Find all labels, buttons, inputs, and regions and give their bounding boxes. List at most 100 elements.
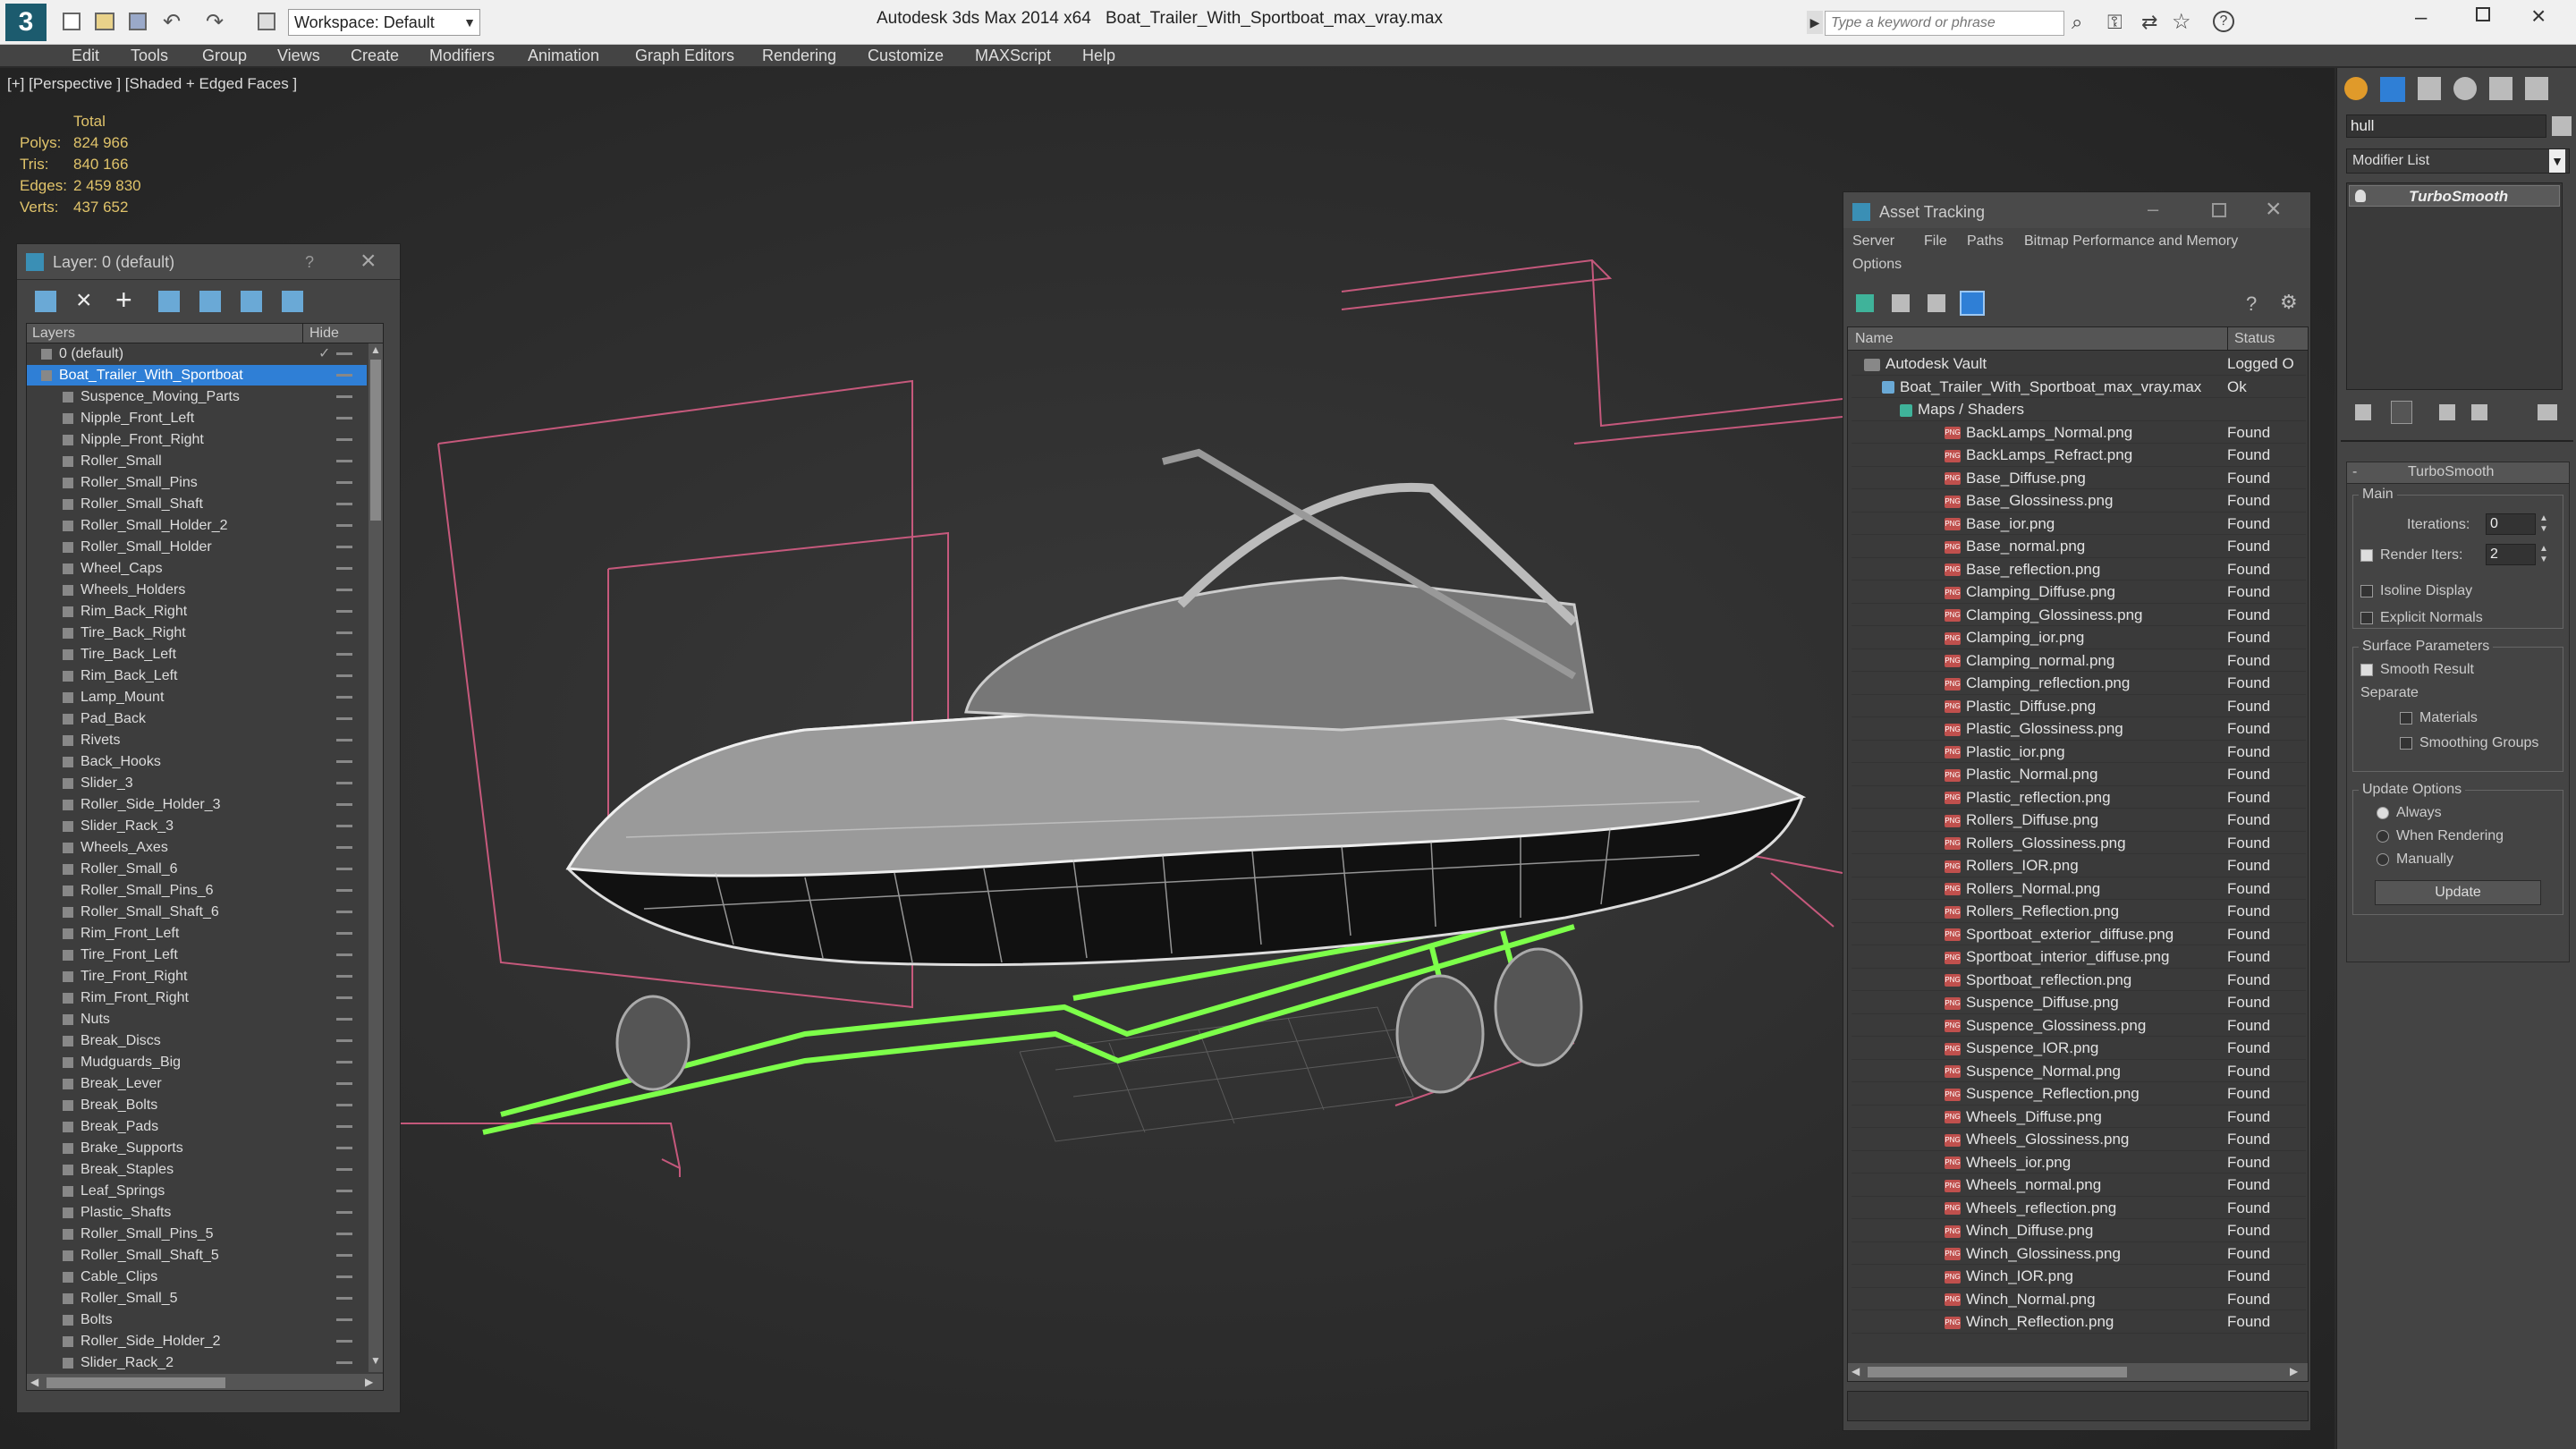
hide-dots-icon[interactable]	[336, 1039, 352, 1042]
hide-dots-icon[interactable]	[336, 932, 352, 935]
layer-row[interactable]: Rim_Back_Left	[27, 665, 367, 686]
configure-sets-icon[interactable]	[2538, 404, 2557, 420]
asset-row[interactable]: PNG Sportboat_reflection.png Found	[1852, 969, 2306, 991]
layer-row[interactable]: Roller_Small_Holder	[27, 537, 367, 557]
layer-row[interactable]: Rivets	[27, 730, 367, 750]
hide-dots-icon[interactable]	[336, 503, 352, 505]
layer-row[interactable]: Back_Hooks	[27, 751, 367, 772]
layer-row[interactable]: Lamp_Mount	[27, 687, 367, 708]
refresh-icon[interactable]	[1856, 294, 1874, 312]
layer-row[interactable]: Roller_Small_Shaft	[27, 494, 367, 514]
rollout-header[interactable]: - TurboSmooth	[2347, 462, 2569, 484]
minimize-icon[interactable]: –	[2148, 198, 2158, 221]
layer-row[interactable]: Pad_Back	[27, 708, 367, 729]
asset-row[interactable]: PNG Clamping_Glossiness.png Found	[1852, 604, 2306, 626]
star-icon[interactable]: ☆	[2172, 9, 2191, 35]
asset-row[interactable]: PNG Plastic_ior.png Found	[1852, 741, 2306, 763]
viewport-label[interactable]: [+] [Perspective ] [Shaded + Edged Faces…	[7, 75, 297, 93]
layer-list[interactable]: Layers Hide 0 (default) ✓ Boat_Trailer_Wit…	[26, 323, 384, 1391]
asset-row[interactable]: PNG Wheels_ior.png Found	[1852, 1151, 2306, 1174]
when-rendering-radio[interactable]: When Rendering	[2377, 828, 2504, 844]
asset-row[interactable]: PNG Winch_Normal.png Found	[1852, 1288, 2306, 1310]
smoothing-groups-check[interactable]: Smoothing Groups	[2400, 735, 2538, 751]
layer-row[interactable]: Break_Discs	[27, 1030, 367, 1051]
hide-dots-icon[interactable]	[336, 975, 352, 978]
hierarchy-tab-icon[interactable]	[2418, 77, 2441, 100]
stack-item-turbosmooth[interactable]: TurboSmooth	[2349, 185, 2560, 207]
asset-row[interactable]: PNG Base_normal.png Found	[1852, 535, 2306, 558]
asset-row[interactable]: PNG BackLamps_Refract.png Found	[1852, 444, 2306, 467]
save-file-icon[interactable]	[129, 13, 147, 30]
layer-row-selected[interactable]: Boat_Trailer_With_Sportboat	[27, 365, 367, 386]
hide-dots-icon[interactable]	[336, 1061, 352, 1063]
hide-dots-icon[interactable]	[336, 1254, 352, 1257]
active-check-icon[interactable]: ✓	[318, 343, 330, 364]
asset-row[interactable]: PNG Suspence_Glossiness.png Found	[1852, 1014, 2306, 1037]
col-status[interactable]: Status	[2234, 331, 2275, 347]
hide-dots-icon[interactable]	[336, 460, 352, 462]
hide-dots-icon[interactable]	[336, 953, 352, 956]
search-input[interactable]	[1825, 11, 2064, 36]
make-unique-icon[interactable]	[2439, 404, 2455, 420]
hide-dots-icon[interactable]	[336, 1018, 352, 1021]
asset-row[interactable]: PNG Plastic_Diffuse.png Found	[1852, 695, 2306, 717]
hide-dots-icon[interactable]	[336, 352, 352, 355]
key-icon[interactable]: ⚿	[2107, 11, 2123, 34]
modifier-list-dropdown[interactable]: Modifier List ▼	[2346, 148, 2570, 174]
asset-row[interactable]: PNG Winch_Diffuse.png Found	[1852, 1219, 2306, 1242]
hscroll-thumb[interactable]	[1868, 1367, 2127, 1377]
iterations-spinner[interactable]	[2486, 513, 2536, 535]
hide-dots-icon[interactable]	[336, 1318, 352, 1321]
hide-dots-icon[interactable]	[336, 374, 352, 377]
asset-row[interactable]: PNG BackLamps_Normal.png Found	[1852, 421, 2306, 444]
layer-row[interactable]: Wheel_Caps	[27, 558, 367, 579]
layer-row[interactable]: Break_Bolts	[27, 1095, 367, 1115]
asset-row[interactable]: PNG Clamping_normal.png Found	[1852, 649, 2306, 672]
pin-stack-icon[interactable]	[2355, 404, 2371, 420]
modify-tab-icon[interactable]	[2380, 77, 2405, 102]
object-color-swatch[interactable]	[2552, 116, 2572, 136]
scroll-right-icon[interactable]: ▶	[365, 1376, 373, 1388]
layer-row[interactable]: Wheels_Holders	[27, 580, 367, 600]
layer-row[interactable]: Nuts	[27, 1009, 367, 1030]
scroll-right-icon[interactable]: ▶	[2290, 1365, 2298, 1377]
hide-dots-icon[interactable]	[336, 674, 352, 677]
layer-row[interactable]: Rim_Front_Right	[27, 987, 367, 1008]
show-end-result-icon[interactable]	[2391, 401, 2412, 424]
create-tab-icon[interactable]	[2344, 77, 2368, 100]
hide-dots-icon[interactable]	[336, 717, 352, 720]
select-objects-icon[interactable]	[158, 291, 180, 312]
manually-radio[interactable]: Manually	[2377, 852, 2453, 868]
delete-layer-icon[interactable]: ×	[76, 285, 92, 316]
layer-row[interactable]: Break_Pads	[27, 1116, 367, 1137]
layer-row[interactable]: Roller_Small_Shaft_6	[27, 902, 367, 922]
menu-customize[interactable]: Customize	[868, 45, 944, 66]
hide-dots-icon[interactable]	[336, 395, 352, 398]
layer-row[interactable]: Plastic_Shafts	[27, 1202, 367, 1223]
layer-help-button[interactable]: ?	[305, 253, 314, 272]
layer-row[interactable]: Break_Lever	[27, 1073, 367, 1094]
spinner-arrows-icon[interactable]: ▲ ▼	[2539, 513, 2548, 535]
hide-dots-icon[interactable]	[336, 911, 352, 913]
hide-dots-icon[interactable]	[336, 1147, 352, 1149]
asset-row[interactable]: PNG Sportboat_interior_diffuse.png Found	[1852, 945, 2306, 969]
settings-icon[interactable]: ⚙	[2280, 291, 2298, 314]
asset-row[interactable]: PNG Clamping_Diffuse.png Found	[1852, 580, 2306, 604]
menu-tools[interactable]: Tools	[131, 45, 168, 66]
isoline-check[interactable]: Isoline Display	[2360, 583, 2472, 599]
app-logo-icon[interactable]: 3	[5, 4, 47, 41]
scroll-left-icon[interactable]: ◀	[1852, 1365, 1860, 1377]
help-icon[interactable]: ?	[2246, 292, 2257, 316]
new-file-icon[interactable]	[63, 13, 80, 30]
menu-create[interactable]: Create	[351, 45, 399, 66]
hide-dots-icon[interactable]	[336, 1361, 352, 1364]
create-layer-icon[interactable]	[35, 291, 56, 312]
hide-dots-icon[interactable]	[336, 1168, 352, 1171]
menu-modifiers[interactable]: Modifiers	[429, 45, 495, 66]
close-icon[interactable]: ×	[360, 246, 377, 276]
scroll-thumb[interactable]	[370, 360, 381, 521]
layer-hscroll[interactable]: ◀ ▶	[27, 1374, 383, 1390]
hscroll-thumb[interactable]	[47, 1377, 225, 1388]
layer-row[interactable]: Break_Staples	[27, 1159, 367, 1180]
menu-group[interactable]: Group	[202, 45, 247, 66]
